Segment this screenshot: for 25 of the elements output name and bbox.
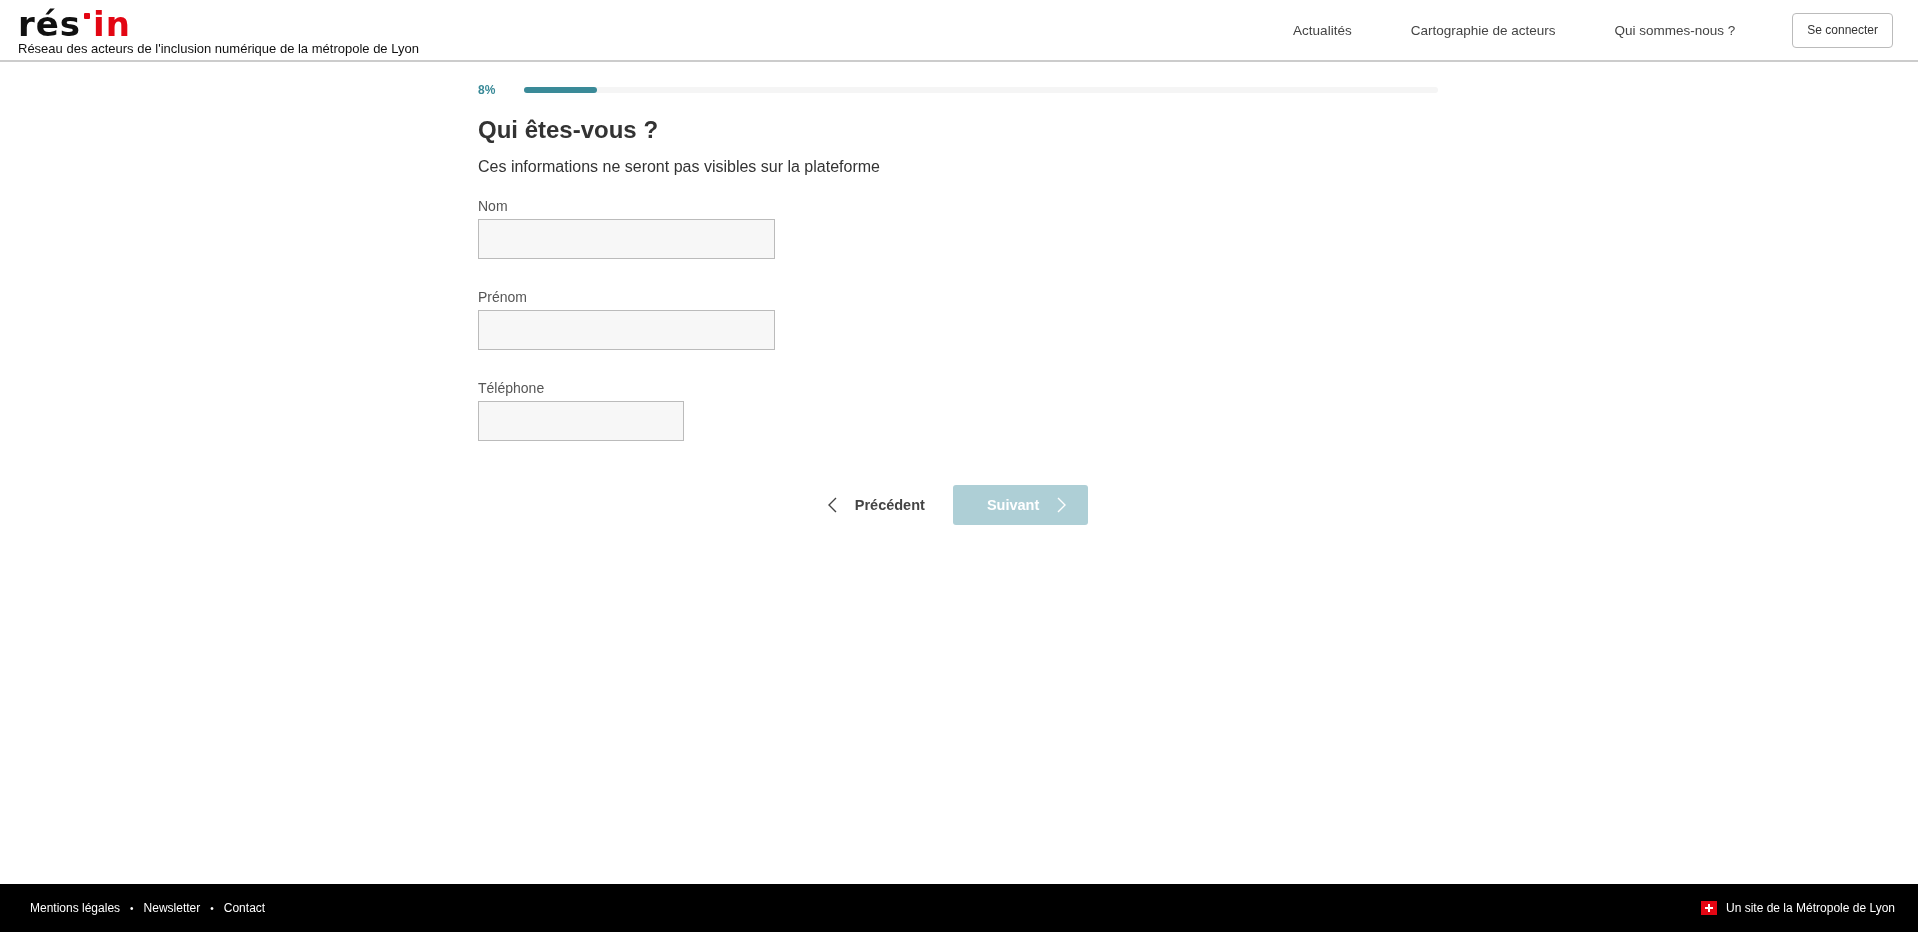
field-label: Prénom [478,289,528,305]
chevron-left-icon [827,497,837,513]
input-field[interactable] [478,401,684,441]
form-title: Qui êtes-vous ? [478,116,659,144]
cross-flag-icon [1701,901,1717,915]
separator-dot: • [130,902,134,914]
site-logo[interactable]: rés in [18,6,131,41]
footer-link[interactable]: Contact [223,901,266,915]
form-subtitle: Ces informations ne seront pas visibles sur la plateforme [478,158,880,176]
nav-link[interactable]: Actualités [1293,22,1352,38]
back-button[interactable]: Précédent [827,497,925,513]
site-tagline: Réseau des acteurs de l'inclusion numérique de la métropole de Lyon [18,40,419,56]
nav-link[interactable]: Cartographie de acteurs [1410,22,1556,38]
progress-percent: 8% [478,83,497,97]
separator-dot: • [210,902,214,914]
login-button[interactable]: Se connecter [1792,12,1893,48]
nav-link[interactable]: Qui sommes-nous ? [1614,22,1736,38]
chevron-right-icon [1057,497,1067,513]
input-field[interactable] [478,310,775,350]
footer-link[interactable]: Newsletter [143,901,201,915]
metropole-credit[interactable]: Un site de la Métropole de Lyon [1726,901,1895,915]
footer-link[interactable]: Mentions légales [30,901,121,915]
field-label: Téléphone [478,380,545,396]
field-label: Nom [478,198,508,214]
input-field[interactable] [478,219,775,259]
